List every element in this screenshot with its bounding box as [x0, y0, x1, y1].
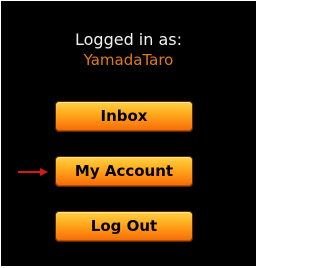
- log-out-button[interactable]: Log Out: [55, 211, 193, 242]
- my-account-button[interactable]: My Account: [55, 156, 193, 187]
- logged-in-label: Logged in as:: [74, 30, 183, 49]
- username: YamadaTaro: [83, 51, 174, 69]
- inbox-button[interactable]: Inbox: [55, 101, 193, 132]
- right-arrow-icon: [18, 168, 48, 176]
- user-menu-panel: Logged in as: YamadaTaro Inbox My Accoun…: [1, 1, 256, 266]
